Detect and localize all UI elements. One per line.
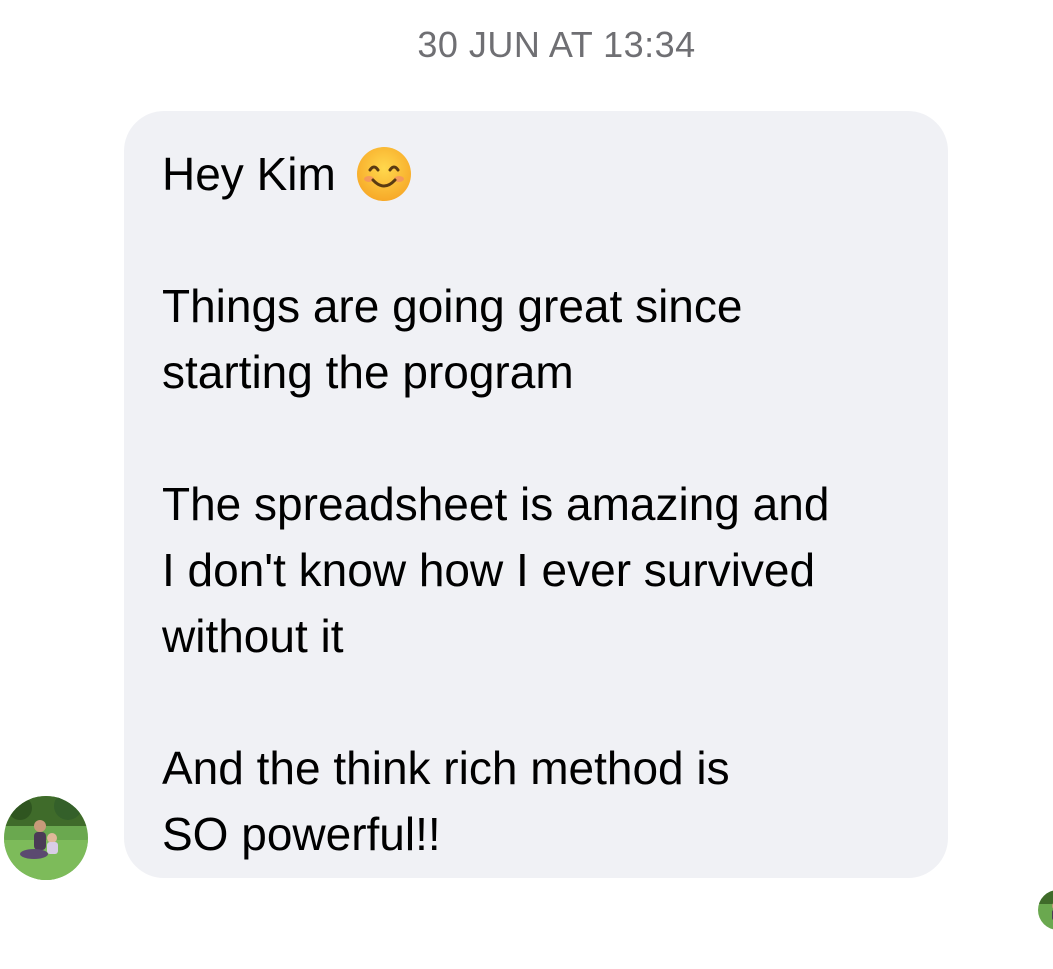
message-text-line: The spreadsheet is amazing and <box>162 478 830 530</box>
message-text-line: without it <box>162 610 344 662</box>
greeting-line: Hey Kim <box>162 141 910 207</box>
message-text-line: starting the program <box>162 346 574 398</box>
smiling-face-emoji-icon <box>356 146 412 202</box>
message-text-line: Things are going great since <box>162 280 743 332</box>
message-text-line: I don't know how I ever survived <box>162 544 816 596</box>
greeting-text: Hey Kim <box>162 148 336 200</box>
message-bubble[interactable]: Hey Kim Things are going great since sta… <box>124 111 948 878</box>
sender-avatar[interactable] <box>4 796 88 880</box>
message-timestamp: 30 JUN AT 13:34 <box>417 24 696 65</box>
message-text-line: SO powerful!! <box>162 808 441 860</box>
read-receipt-avatar <box>1038 890 1053 930</box>
message-text-line: And the think rich method is <box>162 742 730 794</box>
